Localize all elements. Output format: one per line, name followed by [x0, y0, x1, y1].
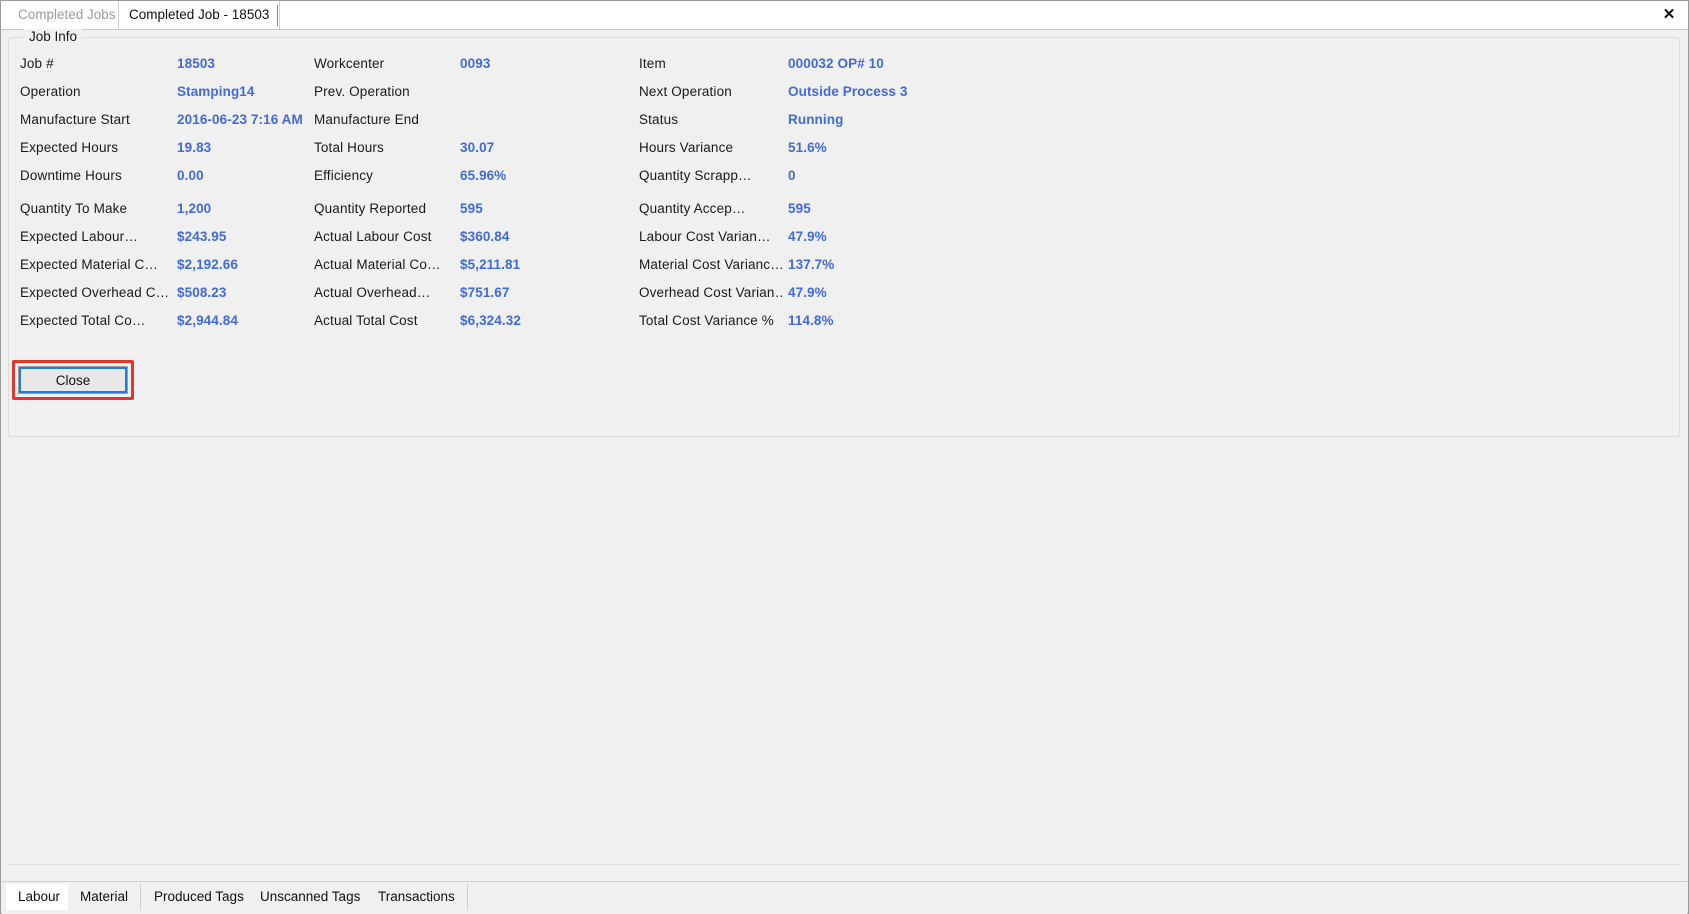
field-value-quantity-scrapped: 0 [788, 168, 796, 183]
field-row: Operation Stamping14 Prev. Operation Nex… [20, 78, 1660, 106]
field-label-quantity-scrapped: Quantity Scrapp… [639, 168, 752, 183]
field-label-hours-variance: Hours Variance [639, 140, 734, 155]
close-button-container: Close [12, 360, 134, 400]
field-value-labour-cost-variance: 47.9% [788, 229, 827, 244]
field-label-manufacture-end: Manufacture End [314, 112, 420, 127]
job-details-window: Completed Jobs Completed Job - 18503 ✕ J… [0, 0, 1689, 914]
field-value-hours-variance: 51.6% [788, 140, 827, 155]
field-row: Downtime Hours 0.00 Efficiency 65.96% Qu… [20, 162, 1660, 190]
field-label-manufacture-start: Manufacture Start [20, 112, 130, 127]
field-value-downtime-hours: 0.00 [177, 168, 204, 183]
field-label-expected-labour-cost: Expected Labour… [20, 229, 138, 244]
field-label-expected-hours: Expected Hours [20, 140, 119, 155]
field-label-expected-overhead-cost: Expected Overhead C… [20, 285, 170, 300]
close-button[interactable]: Close [18, 366, 128, 394]
field-label-workcenter: Workcenter [314, 56, 385, 71]
field-label-status: Status [639, 112, 679, 127]
tab-strip-caret [277, 5, 278, 26]
field-value-expected-total-cost: $2,944.84 [177, 313, 238, 328]
field-row: Expected Material C… $2,192.66 Actual Ma… [20, 251, 1660, 279]
field-row: Expected Overhead C… $508.23 Actual Over… [20, 279, 1660, 307]
job-info-legend: Job Info [24, 29, 83, 44]
field-label-downtime-hours: Downtime Hours [20, 168, 122, 183]
field-row: Job # 18503 Workcenter 0093 Item 000032 … [20, 50, 1660, 78]
field-label-actual-overhead-cost: Actual Overhead… [314, 285, 431, 300]
field-label-actual-total-cost: Actual Total Cost [314, 313, 418, 328]
field-value-item: 000032 OP# 10 [788, 56, 884, 71]
field-value-quantity-to-make: 1,200 [177, 201, 212, 216]
field-value-total-cost-variance-pct: 114.8% [788, 313, 834, 328]
field-value-job-number: 18503 [177, 56, 216, 71]
field-label-efficiency: Efficiency [314, 168, 374, 183]
tab-completed-job-18503[interactable]: Completed Job - 18503 [118, 1, 281, 29]
field-value-total-hours: 30.07 [460, 140, 495, 155]
detail-content-panel [8, 441, 1680, 865]
field-value-manufacture-end [460, 106, 625, 134]
tab-produced-tags[interactable]: Produced Tags [142, 884, 257, 910]
field-value-workcenter: 0093 [460, 56, 491, 71]
job-info-field-grid: Job # 18503 Workcenter 0093 Item 000032 … [20, 50, 1660, 335]
field-value-prev-operation [460, 78, 625, 106]
tab-transactions[interactable]: Transactions [366, 884, 468, 910]
field-value-overhead-cost-variance: 47.9% [788, 285, 827, 300]
field-value-manufacture-start: 2016-06-23 7:16 AM [177, 112, 303, 127]
field-row: Expected Labour… $243.95 Actual Labour C… [20, 223, 1660, 251]
field-value-actual-material-cost: $5,211.81 [460, 257, 521, 272]
field-value-quantity-accepted: 595 [788, 201, 811, 216]
field-label-total-hours: Total Hours [314, 140, 384, 155]
field-label-overhead-cost-variance: Overhead Cost Varian… [639, 285, 784, 300]
field-value-expected-overhead-cost: $508.23 [177, 285, 227, 300]
field-value-expected-hours: 19.83 [177, 140, 212, 155]
field-label-actual-labour-cost: Actual Labour Cost [314, 229, 432, 244]
field-value-quantity-reported: 595 [460, 201, 483, 216]
field-value-actual-labour-cost: $360.84 [460, 229, 510, 244]
field-label-quantity-reported: Quantity Reported [314, 201, 427, 216]
field-value-actual-total-cost: $6,324.32 [460, 313, 521, 328]
field-label-prev-operation: Prev. Operation [314, 84, 410, 99]
field-row: Manufacture Start 2016-06-23 7:16 AM Man… [20, 106, 1660, 134]
field-value-actual-overhead-cost: $751.67 [460, 285, 510, 300]
field-label-job-number: Job # [20, 56, 54, 71]
tab-material[interactable]: Material [68, 884, 142, 910]
top-tab-strip: Completed Jobs Completed Job - 18503 ✕ [1, 1, 1688, 30]
field-value-expected-labour-cost: $243.95 [177, 229, 227, 244]
tab-completed-jobs[interactable]: Completed Jobs [8, 1, 126, 29]
field-label-actual-material-cost: Actual Material Co… [314, 257, 441, 272]
field-label-quantity-accepted: Quantity Accep… [639, 201, 746, 216]
field-row: Quantity To Make 1,200 Quantity Reported… [20, 195, 1660, 223]
field-label-total-cost-variance-pct: Total Cost Variance % [639, 313, 774, 328]
field-value-material-cost-variance: 137.7% [788, 257, 835, 272]
field-label-labour-cost-variance: Labour Cost Varian… [639, 229, 771, 244]
field-value-efficiency: 65.96% [460, 168, 507, 183]
bottom-tab-strip: Labour Material Produced Tags Unscanned … [2, 881, 1687, 914]
field-value-status: Running [788, 112, 844, 127]
field-label-quantity-to-make: Quantity To Make [20, 201, 128, 216]
field-label-material-cost-variance: Material Cost Varianc… [639, 257, 784, 272]
field-row: Expected Total Co… $2,944.84 Actual Tota… [20, 307, 1660, 335]
field-value-expected-material-cost: $2,192.66 [177, 257, 238, 272]
field-label-item: Item [639, 56, 666, 71]
field-value-operation: Stamping14 [177, 84, 255, 99]
tab-labour[interactable]: Labour [6, 884, 74, 910]
field-value-next-operation: Outside Process 3 [788, 84, 908, 99]
field-label-expected-total-cost: Expected Total Co… [20, 313, 146, 328]
close-x-icon[interactable]: ✕ [1656, 1, 1682, 29]
job-info-group: Job Info Job # 18503 Workcenter 0093 Ite… [8, 29, 1680, 437]
field-label-expected-material-cost: Expected Material C… [20, 257, 159, 272]
field-label-next-operation: Next Operation [639, 84, 732, 99]
field-label-operation: Operation [20, 84, 81, 99]
field-row: Expected Hours 19.83 Total Hours 30.07 H… [20, 134, 1660, 162]
tab-unscanned-tags[interactable]: Unscanned Tags [248, 884, 374, 910]
